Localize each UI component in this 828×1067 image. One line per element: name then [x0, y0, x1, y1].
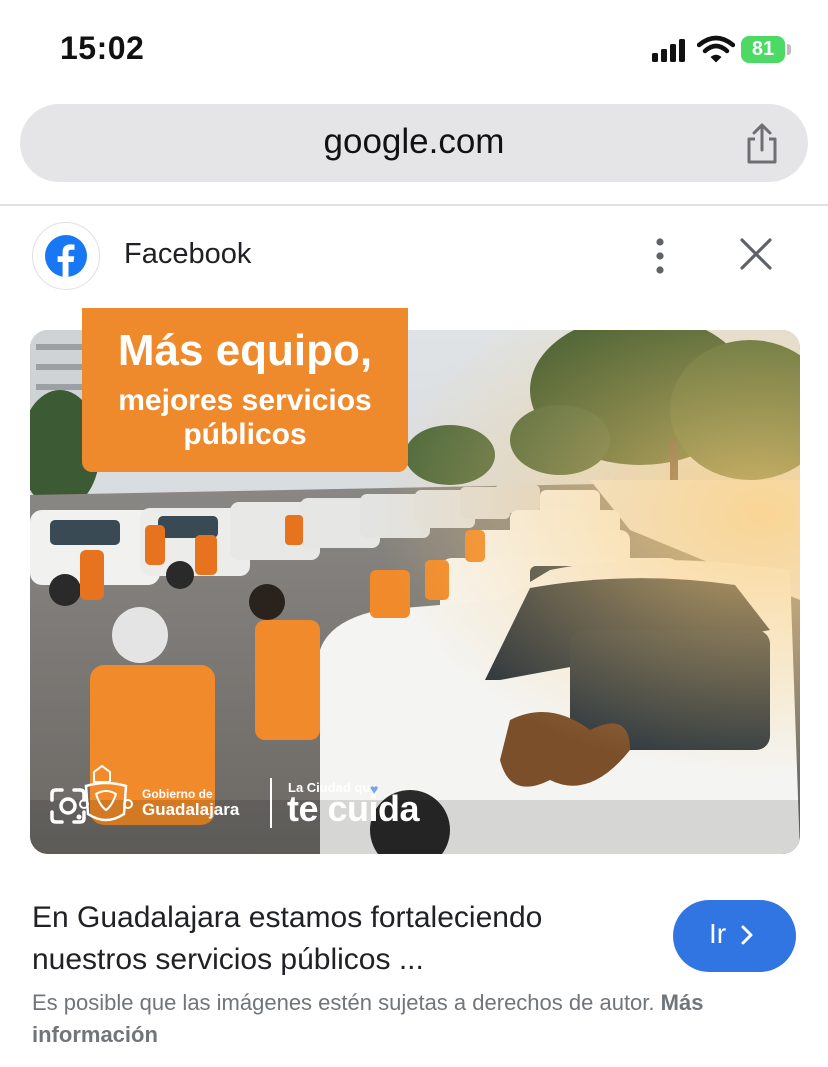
more-vert-icon[interactable]: [650, 236, 670, 276]
share-icon[interactable]: [742, 122, 782, 166]
image-headline-banner: Más equipo, mejores servicios públicos: [82, 308, 408, 472]
copyright-notice: Es posible que las imágenes estén sujeta…: [32, 987, 802, 1051]
url-bar[interactable]: google.com: [20, 104, 808, 182]
headline-line3: públicos: [183, 418, 307, 451]
wifi-icon: [697, 35, 735, 63]
facebook-icon: [45, 235, 87, 277]
battery-level: 81: [751, 38, 775, 60]
headline-line1: Más equipo,: [117, 326, 373, 375]
copyright-text: Es posible que las imágenes estén sujeta…: [32, 990, 655, 1015]
gov-label-small: Gobierno de: [142, 787, 213, 801]
battery-nub: [787, 44, 791, 55]
logo-divider: [270, 778, 272, 828]
url-text[interactable]: google.com: [20, 122, 808, 162]
go-button[interactable]: Ir: [673, 900, 796, 972]
close-icon[interactable]: [738, 236, 774, 272]
status-time: 15:02: [60, 30, 145, 66]
source-name[interactable]: Facebook: [124, 238, 251, 271]
headline-line2: mejores servicios: [118, 384, 372, 417]
go-button-label: Ir: [709, 918, 727, 949]
status-bar: 15:02 81: [0, 0, 828, 100]
guadalajara-seal-logo: [79, 764, 133, 822]
tagline-big: te cuida: [287, 788, 420, 829]
battery-indicator: 81: [741, 36, 785, 63]
gov-label-big: Guadalajara: [142, 800, 240, 819]
result-caption[interactable]: En Guadalajara estamos fortaleciendo nue…: [32, 897, 652, 981]
source-favicon[interactable]: [32, 222, 100, 290]
divider: [0, 204, 828, 206]
signal-icon: [652, 38, 690, 62]
chevron-right-icon: [741, 925, 753, 945]
